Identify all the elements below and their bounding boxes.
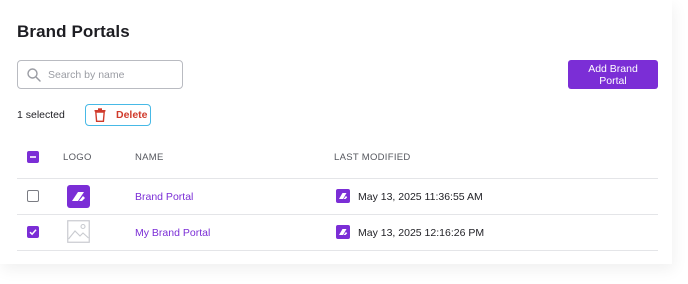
column-header-last-modified[interactable]: LAST MODIFIED: [334, 152, 411, 163]
brand-portal-small-icon: [336, 225, 350, 239]
row-checkbox[interactable]: [27, 190, 39, 202]
row-divider: [17, 178, 658, 179]
brand-portals-panel: Brand Portals Add Brand Portal 1 selecte…: [0, 0, 672, 264]
checkmark-icon: [29, 229, 37, 236]
trash-icon: [94, 108, 106, 122]
page-title: Brand Portals: [17, 22, 130, 41]
search-input[interactable]: [48, 68, 168, 81]
column-header-logo: LOGO: [63, 152, 92, 163]
brand-portal-name-link[interactable]: Brand Portal: [135, 191, 193, 203]
row-checkbox[interactable]: [27, 226, 39, 238]
last-modified-value: May 13, 2025 12:16:26 PM: [358, 227, 485, 239]
delete-button[interactable]: Delete: [85, 104, 151, 126]
add-brand-portal-button[interactable]: Add Brand Portal: [568, 60, 658, 89]
row-divider: [17, 214, 658, 215]
select-all-checkbox[interactable]: [27, 151, 39, 163]
image-placeholder-icon: [67, 220, 90, 243]
brand-portal-logo-icon: [67, 185, 90, 208]
last-modified-value: May 13, 2025 11:36:55 AM: [358, 191, 483, 203]
delete-button-label: Delete: [116, 109, 148, 121]
brand-portal-small-icon: [336, 189, 350, 203]
indeterminate-icon: [30, 156, 36, 158]
column-header-name[interactable]: NAME: [135, 152, 164, 163]
row-divider: [17, 250, 658, 251]
search-icon: [26, 67, 42, 83]
brand-portal-name-link[interactable]: My Brand Portal: [135, 227, 210, 239]
selection-count: 1 selected: [17, 109, 65, 121]
search-box[interactable]: [17, 60, 183, 89]
